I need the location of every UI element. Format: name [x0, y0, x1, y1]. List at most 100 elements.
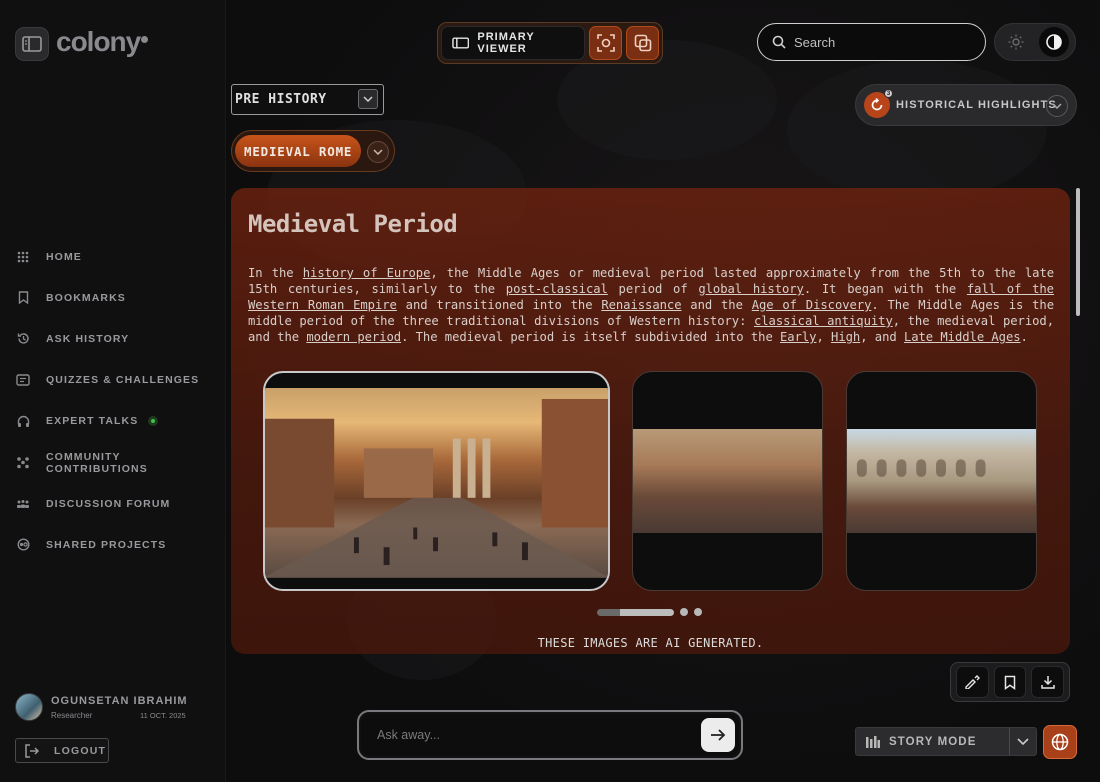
carousel-slide-colosseum[interactable]: [846, 371, 1037, 591]
chevron-down-icon[interactable]: [367, 141, 389, 163]
chevron-down-icon[interactable]: [358, 89, 378, 109]
era-dropdown[interactable]: PRE HISTORY: [231, 84, 384, 115]
sidebar-item-label: EXPERT TALKS: [46, 415, 139, 428]
user-profile[interactable]: OGUNSETAN IBRAHIM Researcher 11 OCT. 202…: [15, 693, 215, 723]
bookmark-icon: [16, 291, 30, 305]
ai-disclaimer: THESE IMAGES ARE AI GENERATED.: [537, 636, 764, 650]
article-text: . The medieval period is itself subdivid…: [401, 330, 781, 344]
refresh-icon: 3: [864, 89, 893, 118]
primary-viewer-button[interactable]: PRIMARY VIEWER: [441, 26, 585, 60]
link-late-middle-ages[interactable]: Late Middle Ages: [904, 330, 1021, 344]
link-high[interactable]: High: [831, 330, 860, 344]
sidebar-item-shared-projects[interactable]: SHARED PROJECTS: [16, 524, 225, 565]
link-early[interactable]: Early: [780, 330, 817, 344]
sidebar-item-label: BOOKMARKS: [46, 291, 126, 304]
sidebar: colony HOME BOOKMARKS ASK HISTORY QUIZZE…: [0, 0, 226, 782]
sidebar-item-label: SHARED PROJECTS: [46, 538, 167, 551]
forum-icon: [16, 497, 30, 511]
carousel-dot[interactable]: [680, 608, 688, 616]
link-global-history[interactable]: global history: [698, 282, 804, 296]
topic-dropdown[interactable]: MEDIEVAL ROME: [231, 130, 395, 172]
article-text: period of: [607, 282, 699, 296]
viewer-icon: [452, 37, 470, 49]
arrow-right-icon: [711, 729, 726, 741]
logo-text: colony: [56, 26, 141, 57]
quiz-icon: [16, 373, 30, 387]
sidebar-item-community-contributions[interactable]: COMMUNITY CONTRIBUTIONS: [16, 442, 225, 483]
highlights-label: HISTORICAL HIGHLIGHTS: [896, 99, 1057, 111]
download-button[interactable]: [1031, 666, 1065, 698]
bookmark-button[interactable]: [993, 666, 1027, 698]
chevron-down-icon[interactable]: [1016, 734, 1030, 753]
divider: [1009, 728, 1010, 755]
ask-composer: [357, 710, 743, 760]
story-mode-dropdown[interactable]: STORY MODE: [855, 727, 1037, 756]
sidebar-toggle-button[interactable]: [15, 27, 49, 61]
article-text: ,: [816, 330, 832, 344]
carousel-pagination: [597, 608, 702, 616]
theme-toggle[interactable]: [994, 23, 1076, 61]
logout-icon: [25, 743, 40, 758]
sidebar-item-label: COMMUNITY CONTRIBUTIONS: [46, 450, 148, 475]
link-history-of-europe[interactable]: history of Europe: [303, 266, 431, 280]
historical-highlights-button[interactable]: 3 HISTORICAL HIGHLIGHTS: [855, 84, 1077, 126]
sidebar-item-label: QUIZZES & CHALLENGES: [46, 374, 200, 387]
article-text: , and: [860, 330, 904, 344]
panel-scrollbar[interactable]: [1076, 188, 1080, 316]
page-title: Medieval Period: [248, 210, 458, 238]
article-text: . It began with the: [803, 282, 967, 296]
image-carousel: [263, 371, 1043, 593]
link-classical-antiquity[interactable]: classical antiquity: [754, 314, 893, 328]
sidebar-item-bookmarks[interactable]: BOOKMARKS: [16, 277, 225, 318]
sidebar-item-label: ASK HISTORY: [46, 332, 130, 345]
carousel-slide-forum[interactable]: [263, 371, 610, 591]
map-landmass: [787, 60, 1047, 200]
headphones-icon: [16, 414, 30, 428]
topic-pill[interactable]: MEDIEVAL ROME: [235, 135, 362, 167]
colosseum-arches-image: [856, 459, 986, 478]
globe-button[interactable]: [1043, 725, 1077, 759]
highlights-badge: 3: [884, 89, 893, 98]
grid-icon: [16, 250, 30, 264]
send-button[interactable]: [701, 718, 735, 752]
sidebar-item-ask-history[interactable]: ASK HISTORY: [16, 318, 225, 359]
topic-selected-value: MEDIEVAL ROME: [244, 143, 353, 159]
link-renaissance[interactable]: Renaissance: [601, 298, 681, 312]
link-modern-period[interactable]: modern period: [306, 330, 401, 344]
link-post-classical[interactable]: post-classical: [506, 282, 608, 296]
sidebar-item-discussion-forum[interactable]: DISCUSSION FORUM: [16, 483, 225, 524]
bookmark-icon: [1004, 675, 1016, 690]
sidebar-item-expert-talks[interactable]: EXPERT TALKS: [16, 401, 225, 442]
avatar: [15, 693, 43, 721]
carousel-dot[interactable]: [694, 608, 702, 616]
sidebar-item-label: HOME: [46, 250, 82, 263]
city-skyline-image: [265, 398, 608, 577]
live-indicator-icon: [148, 416, 159, 427]
contrast-icon[interactable]: [1039, 27, 1069, 57]
link-age-of-discovery[interactable]: Age of Discovery: [752, 298, 872, 312]
sun-icon[interactable]: [1001, 27, 1031, 57]
sidebar-item-home[interactable]: HOME: [16, 236, 225, 277]
sidebar-item-label: DISCUSSION FORUM: [46, 497, 171, 510]
scan-icon: [596, 34, 615, 52]
sidebar-panel-icon: [22, 36, 42, 52]
ask-input[interactable]: [377, 728, 677, 742]
scan-view-button[interactable]: [589, 26, 622, 60]
chevron-down-icon[interactable]: [1046, 95, 1068, 117]
search-input[interactable]: [794, 34, 964, 50]
sidebar-item-quizzes[interactable]: QUIZZES & CHALLENGES: [16, 360, 225, 401]
projects-icon: [16, 538, 30, 552]
carousel-slide-market[interactable]: [632, 371, 823, 591]
layers-view-button[interactable]: [626, 26, 659, 60]
search-box[interactable]: [757, 23, 986, 61]
user-date: 11 OCT. 2025: [140, 711, 186, 720]
viewer-toolbar: PRIMARY VIEWER: [437, 22, 663, 64]
annotate-button[interactable]: [956, 666, 989, 698]
article-body: In the history of Europe, the Middle Age…: [248, 265, 1054, 345]
carousel-dot-active[interactable]: [597, 608, 674, 616]
logo-dot: [141, 36, 149, 43]
article-text: .: [1020, 330, 1028, 344]
primary-viewer-label: PRIMARY VIEWER: [477, 31, 535, 55]
article-text: and transitioned into the: [396, 298, 602, 312]
logout-button[interactable]: LOGOUT: [15, 738, 109, 763]
